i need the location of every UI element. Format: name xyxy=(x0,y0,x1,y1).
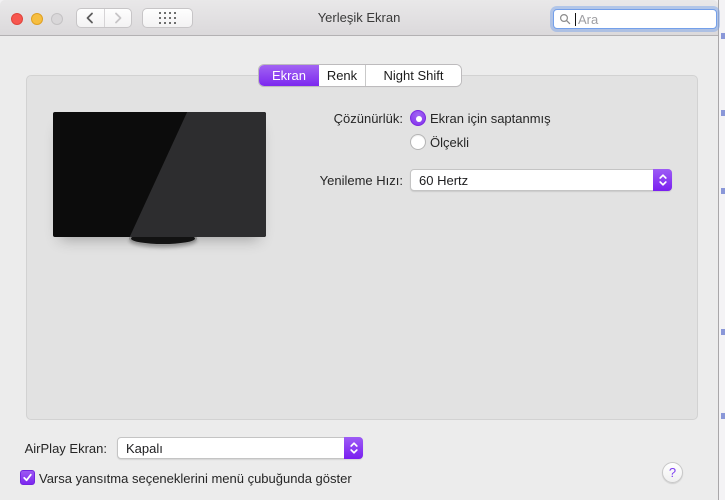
text-cursor xyxy=(575,12,576,26)
radio-default-for-display[interactable] xyxy=(410,110,426,126)
apps-grid-icon xyxy=(159,12,176,24)
sliver-mark xyxy=(721,329,725,335)
radio-default-for-display-label[interactable]: Ekran için saptanmış xyxy=(430,111,551,126)
monitor-reflection xyxy=(129,112,266,237)
airplay-label: AirPlay Ekran: xyxy=(24,441,107,456)
navigation-buttons xyxy=(76,8,132,28)
sliver-mark xyxy=(721,33,725,39)
sliver-mark xyxy=(721,110,725,116)
radio-scaled-label[interactable]: Ölçekli xyxy=(430,135,469,150)
screen: Yerleşik Ekran Ara Ekran Renk Night Shif… xyxy=(0,0,725,500)
refresh-rate-value: 60 Hertz xyxy=(419,172,469,188)
toolbar: Yerleşik Ekran Ara xyxy=(0,0,718,36)
tab-ekran[interactable]: Ekran xyxy=(259,65,319,86)
tab-renk[interactable]: Renk xyxy=(319,65,365,86)
search-placeholder: Ara xyxy=(578,11,599,27)
mirroring-checkbox[interactable] xyxy=(20,470,35,485)
help-button[interactable]: ? xyxy=(662,462,683,483)
sliver-mark xyxy=(721,188,725,194)
chevron-up-down-icon xyxy=(344,437,363,459)
system-preferences-window: Yerleşik Ekran Ara Ekran Renk Night Shif… xyxy=(0,0,718,500)
refresh-rate-label: Yenileme Hızı: xyxy=(319,173,403,188)
show-all-preferences-button[interactable] xyxy=(142,8,193,28)
minimize-button[interactable] xyxy=(31,13,43,25)
radio-scaled[interactable] xyxy=(410,134,426,150)
zoom-button[interactable] xyxy=(51,13,63,25)
refresh-rate-popup[interactable]: 60 Hertz xyxy=(410,169,672,191)
tab-night-shift[interactable]: Night Shift xyxy=(365,65,461,86)
forward-button[interactable] xyxy=(103,9,132,27)
airplay-value: Kapalı xyxy=(126,440,163,456)
back-button[interactable] xyxy=(77,9,104,27)
airplay-popup[interactable]: Kapalı xyxy=(117,437,363,459)
resolution-label: Çözünürlük: xyxy=(333,111,403,126)
search-icon xyxy=(559,13,571,25)
chevron-up-down-icon xyxy=(653,169,672,191)
chevron-right-icon xyxy=(114,12,122,24)
mirroring-checkbox-label[interactable]: Varsa yansıtma seçeneklerini menü çubuğu… xyxy=(39,471,352,486)
monitor-graphic xyxy=(53,112,266,237)
tab-bar: Ekran Renk Night Shift xyxy=(259,65,461,86)
checkmark-icon xyxy=(23,473,32,482)
search-input[interactable]: Ara xyxy=(553,9,717,29)
chevron-left-icon xyxy=(86,12,94,24)
close-button[interactable] xyxy=(11,13,23,25)
background-window-sliver xyxy=(718,0,725,500)
sliver-mark xyxy=(721,413,725,419)
